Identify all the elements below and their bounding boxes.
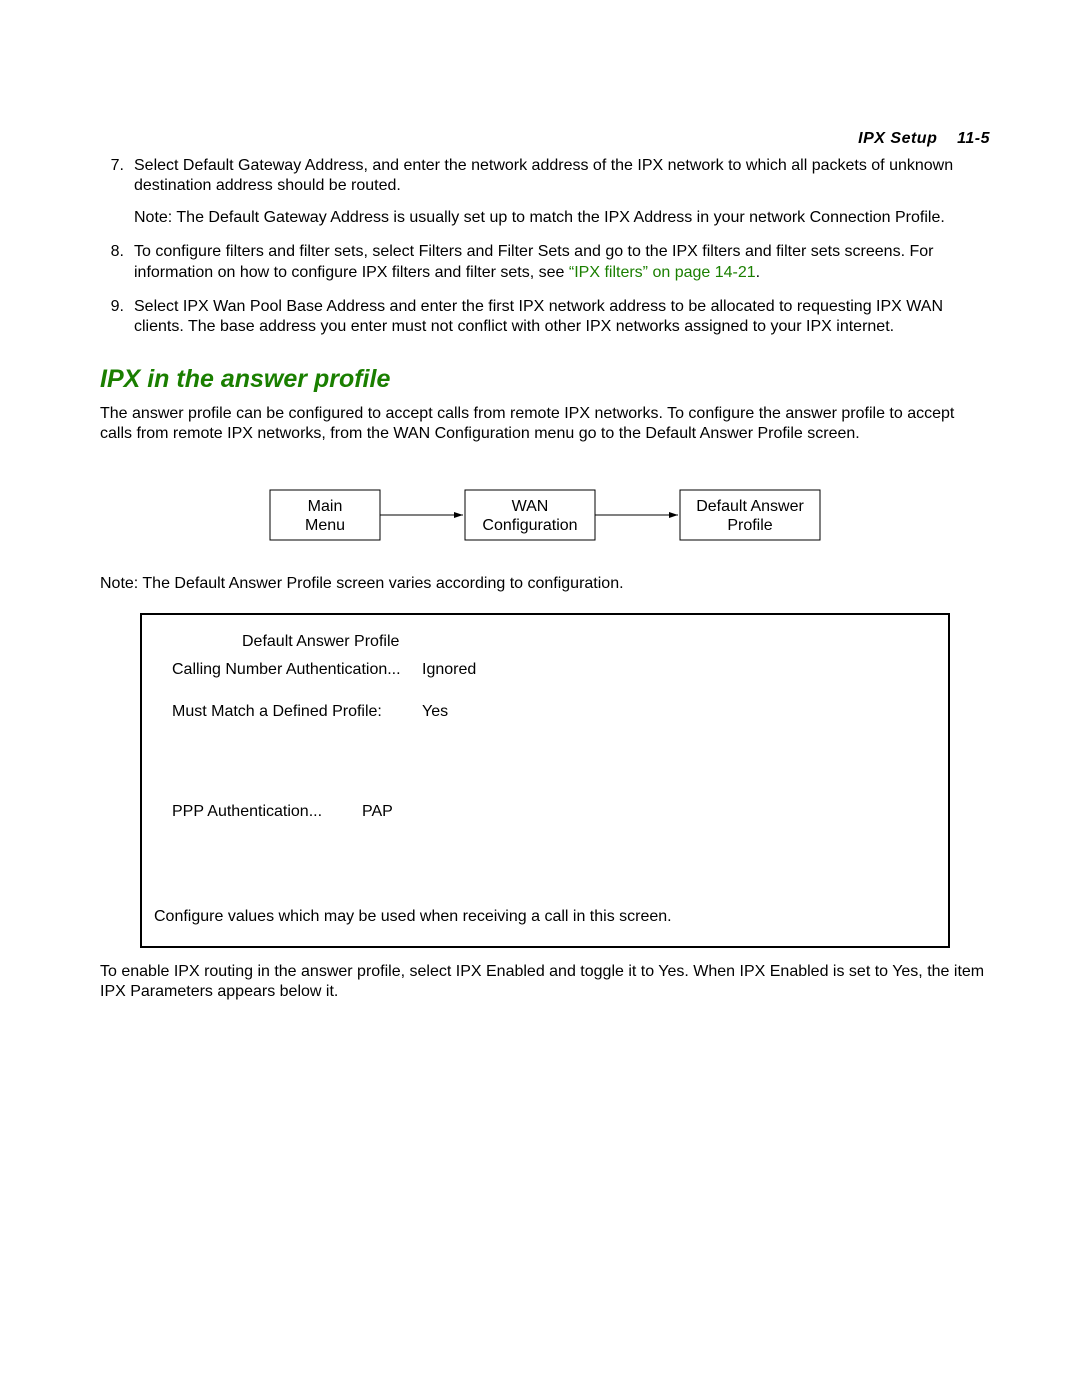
row-value: PAP <box>362 803 393 821</box>
section-name: IPX Setup <box>858 130 937 147</box>
note-prefix: Note: <box>100 575 138 592</box>
page: IPX Setup 11-5 7. Select Default Gateway… <box>0 0 1080 1397</box>
step-number: 7. <box>100 156 124 176</box>
screen-row-must-match: Must Match a Defined Profile: Yes <box>172 703 918 721</box>
running-header: IPX Setup 11-5 <box>858 130 990 148</box>
default-answer-profile-screen: Default Answer Profile Calling Number Au… <box>140 613 950 948</box>
flow-svg: Main Menu WAN Configuration Default Answ… <box>265 480 825 550</box>
numbered-steps: 7. Select Default Gateway Address, and e… <box>100 156 990 337</box>
intro-paragraph: The answer profile can be configured to … <box>100 404 990 444</box>
page-number: 11-5 <box>957 130 990 147</box>
screen-row-calling-auth: Calling Number Authentication... Ignored <box>172 661 918 679</box>
row-value: Yes <box>422 703 448 721</box>
navigation-flow-diagram: Main Menu WAN Configuration Default Answ… <box>100 480 990 550</box>
step-9: 9. Select IPX Wan Pool Base Address and … <box>100 297 990 337</box>
row-value: Ignored <box>422 661 476 679</box>
screen-title: Default Answer Profile <box>172 633 918 651</box>
flow-box1-line1: Main <box>308 498 343 515</box>
flow-box3-line1: Default Answer <box>696 498 804 515</box>
cross-reference-link[interactable]: “IPX filters” on page 14-21 <box>569 264 756 281</box>
step-text: Select IPX Wan Pool Base Address and ent… <box>134 298 943 335</box>
row-label: Must Match a Defined Profile: <box>172 703 422 721</box>
section-heading: IPX in the answer profile <box>100 365 990 394</box>
flow-box2-line1: WAN <box>512 498 549 515</box>
step-7: 7. Select Default Gateway Address, and e… <box>100 156 990 228</box>
note-after-flow: Note: The Default Answer Profile screen … <box>100 574 990 594</box>
row-label: PPP Authentication... <box>172 803 362 821</box>
step-8: 8. To configure filters and filter sets,… <box>100 242 990 282</box>
step-text-a: To configure filters and filter sets, se… <box>134 243 933 280</box>
content-area: 7. Select Default Gateway Address, and e… <box>100 156 990 1002</box>
screen-row-ppp-auth: PPP Authentication... PAP <box>172 803 918 821</box>
step-number: 9. <box>100 297 124 317</box>
flow-box1-line2: Menu <box>305 517 345 534</box>
note-text: The Default Gateway Address is usually s… <box>172 209 945 226</box>
step-text-b: . <box>756 264 760 281</box>
step-text: Select Default Gateway Address, and ente… <box>134 157 953 194</box>
step-note: Note: The Default Gateway Address is usu… <box>134 208 990 228</box>
flow-box2-line2: Configuration <box>482 517 577 534</box>
screen-footer-text: Configure values which may be used when … <box>154 908 936 926</box>
step-number: 8. <box>100 242 124 262</box>
note-prefix: Note: <box>134 209 172 226</box>
flow-box3-line2: Profile <box>727 517 772 534</box>
row-label: Calling Number Authentication... <box>172 661 422 679</box>
note-text: The Default Answer Profile screen varies… <box>138 575 623 592</box>
closing-paragraph: To enable IPX routing in the answer prof… <box>100 962 990 1002</box>
